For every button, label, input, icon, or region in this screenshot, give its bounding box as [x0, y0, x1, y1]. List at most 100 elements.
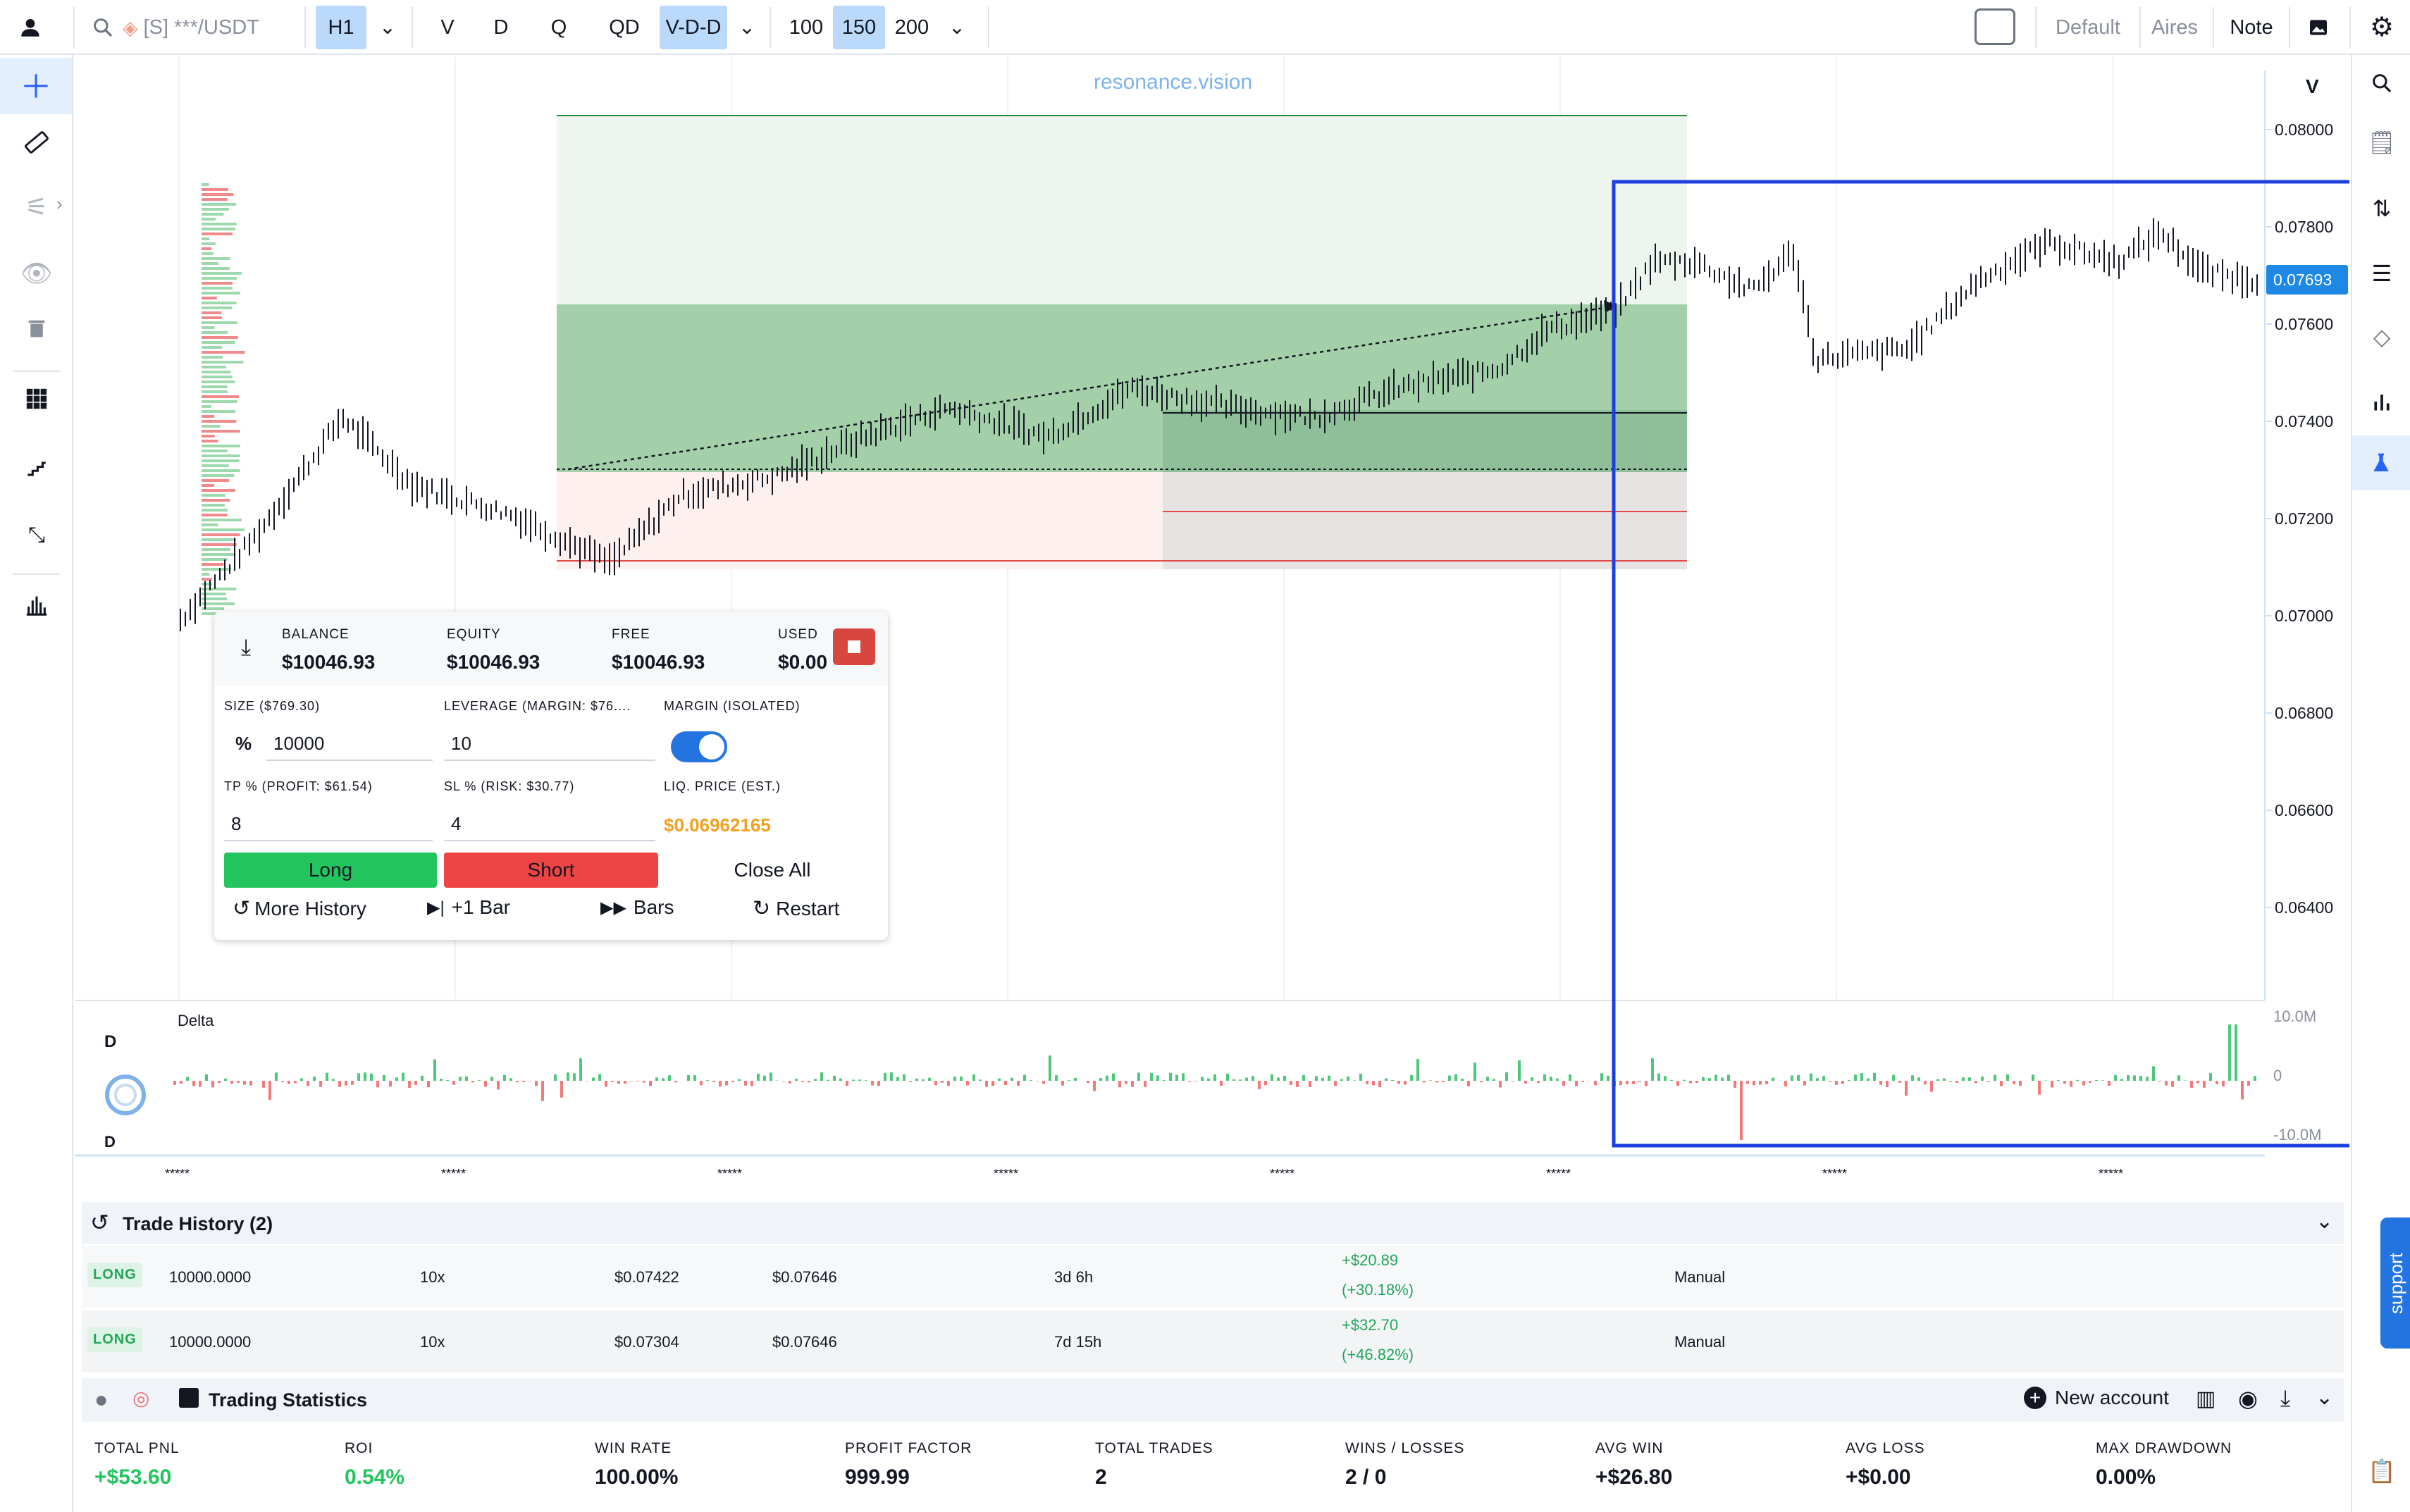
delta-bar: [592, 1077, 595, 1081]
delta-bar: [985, 1081, 988, 1087]
leverage-input[interactable]: 10: [444, 726, 655, 761]
close-all-button[interactable]: Close All: [665, 853, 879, 888]
delta-bar: [2070, 1081, 2072, 1087]
delta-bar: [1207, 1078, 1210, 1081]
liq-price-value: $0.06962165: [664, 814, 771, 836]
volume-profile-bar: [202, 474, 235, 477]
tf-option-d[interactable]: D: [483, 6, 519, 49]
bars-dropdown-icon[interactable]: ⌄: [943, 6, 971, 49]
user-icon[interactable]: [14, 11, 47, 44]
delta-bar: [484, 1081, 487, 1087]
bar-chart-icon[interactable]: ▥: [2196, 1387, 2216, 1411]
ruler-icon[interactable]: [16, 121, 58, 163]
volume-profile-bar: [202, 198, 228, 201]
symbol-search[interactable]: ◈ [S] ***/USDT: [92, 6, 303, 49]
x-tick: *****: [165, 1167, 190, 1181]
sl-input[interactable]: 4: [444, 806, 655, 841]
stop-button[interactable]: [833, 628, 875, 665]
price-tick: 0.06600: [2275, 801, 2333, 819]
margin-toggle[interactable]: [671, 731, 727, 762]
delta-bar: [192, 1081, 195, 1086]
trend-tools-icon[interactable]: ⚟: [16, 186, 58, 228]
note-button[interactable]: Note: [2220, 6, 2283, 49]
stairs-icon[interactable]: [16, 447, 58, 489]
plus-bar-button[interactable]: ▶| +1 Bar: [427, 896, 510, 919]
size-input[interactable]: 10000: [266, 726, 433, 761]
delta-bar: [1017, 1081, 1020, 1086]
settings-icon[interactable]: ⚙: [2361, 6, 2403, 49]
chevron-right-icon[interactable]: ›: [56, 193, 63, 215]
layers-icon[interactable]: ◇: [2361, 316, 2403, 358]
layout-checkbox[interactable]: [1975, 8, 2015, 45]
delta-bar: [2209, 1073, 2212, 1081]
crosshair-icon[interactable]: [0, 58, 72, 114]
delta-bar: [2203, 1081, 2206, 1088]
globe-icon[interactable]: ◉: [2238, 1385, 2258, 1412]
target-icon[interactable]: ◎: [132, 1387, 149, 1410]
collapse-arrows-icon[interactable]: ⤡: [16, 514, 58, 557]
tf-option-qd[interactable]: QD: [603, 6, 645, 49]
clipboard-icon[interactable]: 📋: [2361, 1450, 2403, 1492]
table-row[interactable]: LONG 10000.0000 10x $0.07304 $0.07646 7d…: [82, 1310, 2344, 1372]
lightbulb-icon[interactable]: ●: [94, 1387, 108, 1413]
image-icon[interactable]: [2297, 6, 2340, 49]
tf-option-v[interactable]: V: [430, 6, 465, 49]
chevron-down-icon[interactable]: ⌄: [2316, 1385, 2333, 1410]
delta-bar: [1600, 1073, 1603, 1081]
volume-profile-bar: [202, 469, 240, 472]
delta-bar: [1905, 1081, 1908, 1096]
flask-icon[interactable]: [2352, 435, 2410, 490]
table-row[interactable]: LONG 10000.0000 10x $0.07422 $0.07646 3d…: [82, 1246, 2344, 1308]
download-icon[interactable]: ⤓: [2280, 1385, 2290, 1412]
delta-bar: [1493, 1079, 1495, 1081]
timeframe-button[interactable]: H1: [316, 6, 366, 49]
sort-arrows-icon[interactable]: ⇅: [2361, 187, 2403, 230]
restart-button[interactable]: ↻ Restart: [753, 896, 839, 921]
chevron-down-icon[interactable]: ⌄: [2316, 1209, 2333, 1234]
tp-input[interactable]: 8: [224, 806, 433, 841]
bars-150-button[interactable]: 150: [833, 6, 885, 49]
delta-bar: [611, 1081, 614, 1082]
trade-history-header[interactable]: ↺ Trade History (2) ⌄: [82, 1202, 2344, 1244]
vdd-button[interactable]: V-D-D: [660, 6, 727, 49]
new-account-button[interactable]: + New account: [2024, 1387, 2169, 1409]
delta-bar: [947, 1081, 950, 1086]
vdd-dropdown-icon[interactable]: ⌄: [733, 6, 761, 49]
volume-profile-bar: [202, 272, 242, 275]
delta-bar: [934, 1081, 937, 1086]
delta-bar: [2190, 1081, 2193, 1088]
volume-profile-bar: [202, 326, 215, 329]
timeframe-dropdown-icon[interactable]: ⌄: [373, 6, 402, 49]
download-icon[interactable]: ⤓: [241, 634, 251, 661]
support-button[interactable]: support: [2380, 1217, 2410, 1349]
short-button[interactable]: Short: [444, 853, 658, 888]
delta-bar: [446, 1079, 449, 1081]
size-cell: 10000.0000: [169, 1333, 252, 1351]
more-history-button[interactable]: ↺ More History: [233, 896, 366, 921]
list-icon[interactable]: ☰: [2361, 252, 2403, 295]
grid-icon[interactable]: [16, 378, 58, 420]
volume-profile-bar: [202, 361, 244, 364]
layout-aires-button[interactable]: Aires: [2146, 6, 2203, 49]
tf-option-q[interactable]: Q: [541, 6, 576, 49]
volume-profile-icon[interactable]: [16, 583, 58, 626]
delta-bar: [1531, 1077, 1533, 1081]
eye-icon[interactable]: 👁: [16, 252, 58, 295]
delta-bar: [865, 1080, 867, 1081]
delta-bar: [2241, 1081, 2244, 1100]
search-icon[interactable]: [2361, 62, 2403, 104]
bars-200-button[interactable]: 200: [888, 6, 936, 49]
bars-100-button[interactable]: 100: [782, 6, 830, 49]
delta-bar: [2032, 1074, 2034, 1081]
delta-bar: [801, 1081, 804, 1082]
bar-chart-icon[interactable]: [2361, 380, 2403, 423]
delta-bar: [1353, 1080, 1356, 1081]
layout-default-button[interactable]: Default: [2042, 6, 2134, 49]
delta-bar: [1112, 1073, 1115, 1081]
bars-button[interactable]: ▶▶ Bars: [600, 896, 674, 919]
delta-bar: [624, 1081, 626, 1084]
notes-icon[interactable]: 🗒: [2361, 121, 2403, 163]
long-button[interactable]: Long: [224, 853, 437, 888]
delta-bar: [560, 1081, 563, 1098]
trash-icon[interactable]: [16, 307, 58, 349]
